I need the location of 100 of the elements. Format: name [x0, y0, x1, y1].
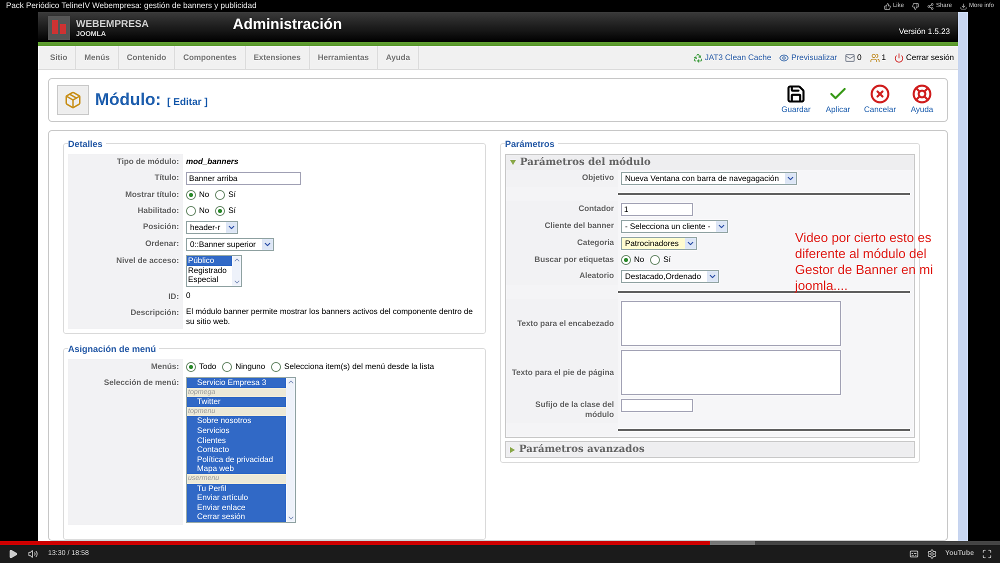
field-value: El módulo banner permite mostrar los banners activos del componente dentro de su sitio web. [186, 307, 474, 327]
list-option[interactable]: Mapa web [187, 464, 286, 474]
field-label: Texto para el pie de página [512, 368, 614, 378]
progress-track[interactable] [0, 541, 1000, 545]
header-title: Administración [232, 14, 342, 34]
radio-option[interactable]: Sí [650, 254, 671, 266]
annotation-text: Video por cierto esto es diferente al módulo del Gestor de Banner en mi joomla.... [795, 230, 934, 294]
play-icon[interactable] [8, 549, 18, 559]
radio-option[interactable]: Selecciona item(s) del menú desde la lista [271, 361, 434, 373]
listbox[interactable]: Público Registrado Especial [186, 255, 242, 287]
brand-name: WEBEMPRESA [76, 20, 149, 30]
list-option[interactable]: Servicio Empresa 3 [187, 378, 286, 388]
list-option[interactable]: Especial [187, 275, 232, 285]
scroll-down-icon [232, 278, 240, 286]
page-subtitle: [ Editar ] [167, 96, 208, 110]
fullscreen-icon[interactable] [982, 549, 992, 559]
header-link[interactable]: 0 [845, 52, 862, 64]
scroll-up-icon [286, 378, 294, 386]
video-title[interactable]: Pack Periódico TelineIV Webempresa: gestión de banners y publicidad [6, 0, 257, 12]
field-label: Menús: [151, 362, 179, 372]
field-label: Cliente del banner [544, 221, 614, 231]
cancel-icon [870, 84, 890, 104]
field-label: Sufijo de la clase del módulo [534, 400, 614, 420]
toolbar-button[interactable]: Aplicar [821, 84, 855, 116]
lifebuoy-icon [912, 84, 932, 104]
field-label: Texto para el encabezado [517, 318, 614, 328]
list-option[interactable]: Sobre nosotros [187, 416, 286, 426]
select-field[interactable]: - Selecciona un cliente - [621, 220, 728, 233]
menu-item[interactable]: Extensiones [246, 46, 310, 69]
version-label: Versión 1.5.23 [898, 26, 950, 38]
select-field[interactable]: Nueva Ventana con barra de navegagación [621, 172, 797, 185]
menu-item[interactable]: Ayuda [378, 46, 420, 69]
list-option[interactable]: Cerrar sesión [187, 512, 286, 522]
field-label: Nivel de acceso: [116, 256, 179, 266]
scroll-up-icon [232, 256, 240, 264]
field-label: Aleatorio [579, 271, 614, 281]
floppy-icon [786, 84, 806, 104]
scroll-down-icon [286, 514, 294, 522]
menu-item[interactable]: Sitio [42, 46, 76, 69]
eye-icon [779, 52, 790, 62]
select-field[interactable]: Patrocinadores [621, 237, 697, 250]
toolbar-button[interactable]: Guardar [779, 84, 813, 116]
list-option[interactable]: Política de privacidad [187, 454, 286, 464]
radio-option[interactable]: Ninguno [222, 361, 266, 373]
field-label: Objetivo [582, 173, 614, 183]
list-option[interactable]: Tu Perfil [187, 484, 286, 494]
list-option[interactable]: Público [187, 256, 232, 266]
radio-option[interactable]: Sí [215, 205, 236, 217]
list-option[interactable]: Twitter [187, 397, 286, 407]
field-label: Título: [154, 173, 179, 183]
field-label: Tipo de módulo: [116, 157, 179, 167]
page-title: Módulo: [95, 89, 162, 112]
field-label: ID: [168, 292, 179, 302]
logo-icon [46, 16, 72, 42]
list-option[interactable]: Clientes [187, 436, 286, 446]
toolbar-button[interactable]: Ayuda [905, 84, 939, 116]
dislike-button[interactable] [912, 2, 919, 10]
list-option[interactable]: Registrado [187, 266, 232, 276]
settings-icon[interactable] [927, 549, 938, 559]
captions-icon[interactable] [909, 549, 920, 559]
users-icon [870, 52, 880, 62]
radio-option[interactable]: No [186, 189, 210, 201]
radio-option[interactable]: No [621, 254, 644, 266]
field-label: Ordenar: [145, 239, 179, 249]
module-type: mod_banners [186, 156, 238, 168]
select-field[interactable]: header-r [186, 221, 238, 234]
header-link[interactable]: Previsualizar [779, 52, 838, 64]
field-value: 0 [186, 291, 190, 301]
thumbs-up-icon [884, 2, 891, 10]
toolbar-button[interactable]: Cancelar [863, 84, 897, 116]
section-header[interactable]: Parámetros avanzados [506, 442, 914, 457]
menu-item[interactable]: Menús [76, 46, 119, 69]
input-field[interactable] [621, 399, 693, 412]
field-label: Selección de menú: [104, 378, 179, 388]
field-label: Buscar por etiquetas [534, 255, 614, 265]
thumbs-down-icon [912, 2, 919, 10]
field-label: Mostrar título: [125, 190, 179, 200]
radio-option[interactable]: Todo [186, 361, 216, 373]
section-header[interactable]: Parámetros del módulo [506, 155, 914, 170]
list-option[interactable]: Servicios [187, 426, 286, 436]
select-field[interactable]: 0::Banner superior [186, 238, 274, 251]
select-field[interactable]: Destacado,Ordenado [621, 270, 720, 283]
mail-icon [845, 52, 856, 62]
legend: Asignación de menú [68, 343, 160, 356]
menu-item[interactable]: Contenido [118, 46, 176, 69]
header-link[interactable]: JAT3 Clean Cache [692, 52, 772, 64]
list-option[interactable]: Enviar artículo [187, 493, 286, 503]
volume-icon[interactable] [28, 549, 38, 559]
menu-item[interactable]: Componentes [175, 46, 246, 69]
input-field[interactable]: Banner arriba [186, 172, 301, 185]
radio-option[interactable]: No [186, 205, 210, 217]
list-option[interactable]: Contacto [187, 445, 286, 455]
header-link[interactable]: 1 [870, 52, 886, 64]
header-link[interactable]: Cerrar sesión [894, 52, 954, 64]
list-option[interactable]: Enviar enlace [187, 502, 286, 512]
expanded-icon [510, 160, 516, 165]
input-field[interactable]: 1 [621, 203, 693, 216]
radio-option[interactable]: Sí [215, 189, 236, 201]
menu-item[interactable]: Herramientas [310, 46, 378, 69]
field-label: Descripción: [130, 308, 179, 318]
